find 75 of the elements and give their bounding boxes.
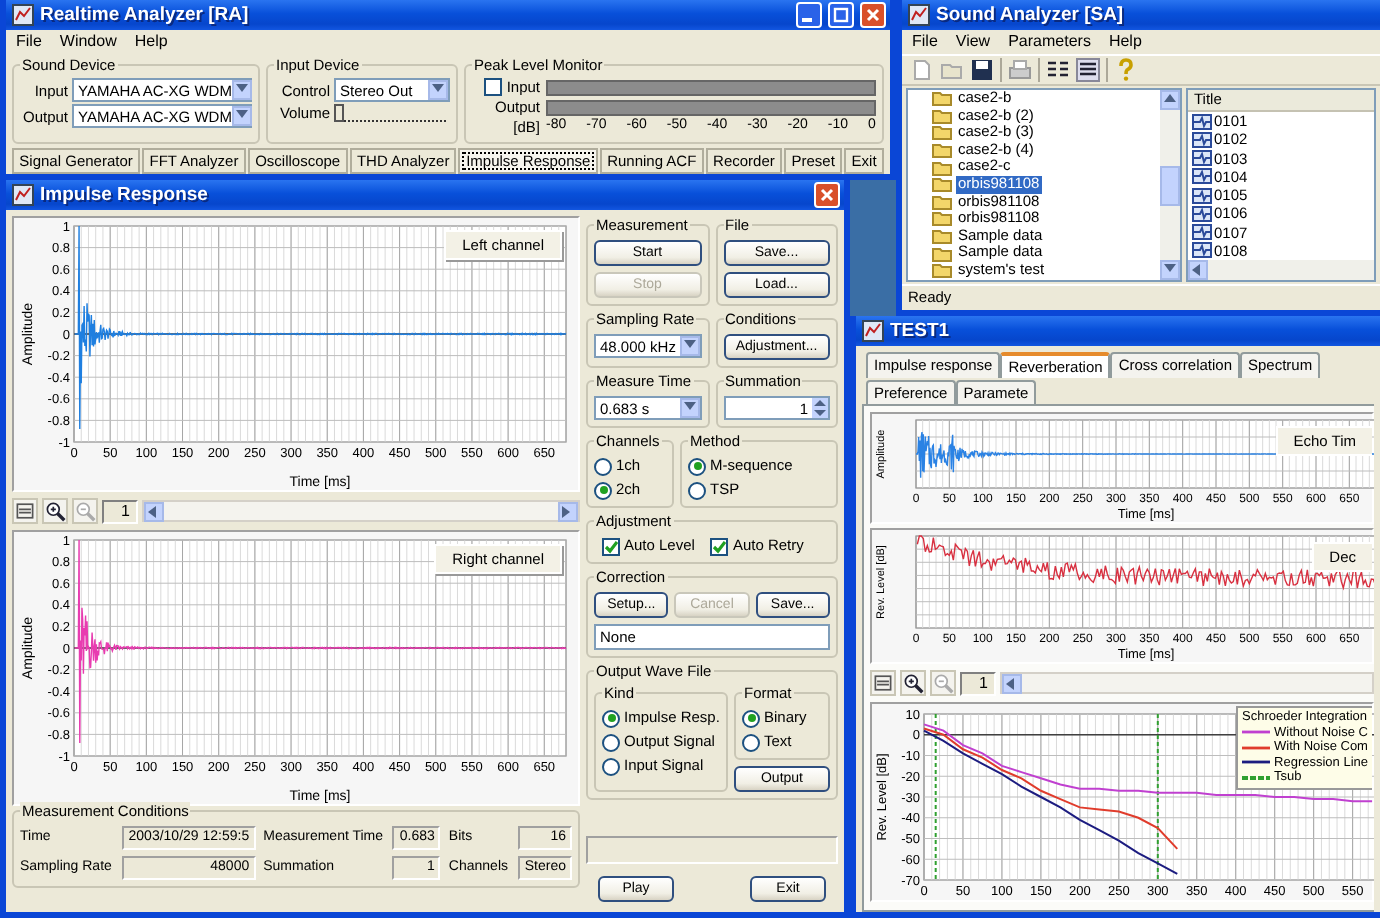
- app-icon: [12, 184, 34, 206]
- list-view-icon[interactable]: [1046, 58, 1070, 82]
- legend-swatch-icon: [1242, 773, 1271, 782]
- details-view-icon[interactable]: [1076, 58, 1100, 82]
- window-title: Sound Analyzer [SA]: [936, 3, 1124, 27]
- radio-button[interactable]: [602, 757, 620, 775]
- scroll-left-button[interactable]: [144, 502, 164, 522]
- zoom-in-icon[interactable]: [900, 670, 926, 696]
- wave-file-icon: [1192, 205, 1212, 222]
- radio-button[interactable]: [742, 733, 760, 751]
- print-icon[interactable]: [1008, 58, 1032, 82]
- wave-file-icon: [1192, 168, 1212, 185]
- menu-item[interactable]: Parameters: [1008, 32, 1091, 52]
- checkbox[interactable]: [484, 78, 503, 96]
- radio-button[interactable]: [688, 457, 706, 475]
- page-field[interactable]: 1: [102, 499, 138, 523]
- radio-button[interactable]: [594, 481, 612, 499]
- menu-item[interactable]: Help: [134, 32, 168, 52]
- maximize-icon: [832, 6, 850, 24]
- legend-swatch-icon: [1242, 743, 1271, 752]
- radio-button[interactable]: [602, 709, 620, 727]
- spin-arrows-icon[interactable]: [812, 398, 828, 418]
- scroll-down-button[interactable]: [1160, 260, 1180, 280]
- scroll-left-button[interactable]: [1002, 674, 1022, 694]
- zoom-in-icon[interactable]: [42, 498, 68, 524]
- slider-thumb[interactable]: [334, 104, 344, 122]
- scroll-up-button[interactable]: [1160, 90, 1180, 110]
- legend-swatch-icon: [1242, 758, 1271, 767]
- menu-item[interactable]: File: [16, 32, 42, 52]
- scrollbar[interactable]: [1188, 260, 1374, 280]
- wave-file-icon: [1192, 187, 1212, 204]
- minimize-button[interactable]: [796, 2, 822, 28]
- app-icon: [12, 4, 34, 26]
- caret-icon: [231, 106, 252, 126]
- maximize-button[interactable]: [828, 2, 854, 28]
- caret-icon: [679, 398, 699, 418]
- app-icon: [908, 4, 930, 26]
- caret-icon: [679, 336, 699, 356]
- caret-icon: [428, 80, 448, 100]
- close-icon: [818, 186, 836, 204]
- window-title: Realtime Analyzer [RA]: [40, 3, 249, 27]
- volume-slider[interactable]: [334, 104, 446, 122]
- close-icon: [864, 6, 882, 24]
- fit-icon[interactable]: [870, 670, 896, 696]
- radio-button[interactable]: [594, 457, 612, 475]
- radio-button[interactable]: [688, 481, 706, 499]
- fit-icon[interactable]: [12, 498, 38, 524]
- scrollbar[interactable]: [1000, 672, 1374, 694]
- wave-file-icon: [1192, 224, 1212, 241]
- checkbox[interactable]: [602, 537, 620, 555]
- radio-button[interactable]: [602, 733, 620, 751]
- close-button[interactable]: [860, 2, 886, 28]
- menu-item[interactable]: Window: [59, 32, 117, 52]
- scrollbar[interactable]: [1160, 90, 1180, 280]
- scroll-right-button[interactable]: [558, 502, 578, 522]
- save-icon[interactable]: [970, 58, 994, 82]
- wave-file-icon: [1192, 113, 1212, 130]
- window-title: Impulse Response: [40, 183, 208, 207]
- caret-icon: [231, 80, 252, 100]
- close-button[interactable]: [814, 182, 840, 208]
- menu-item[interactable]: Help: [1108, 32, 1142, 52]
- menu-item[interactable]: File: [912, 32, 938, 52]
- checkbox[interactable]: [710, 537, 729, 555]
- legend-swatch-icon: [1242, 728, 1271, 737]
- window-title: TEST1: [890, 319, 950, 343]
- wave-file-icon: [1192, 242, 1212, 259]
- wave-file-icon: [1192, 131, 1212, 148]
- wave-file-icon: [1192, 150, 1212, 167]
- radio-button[interactable]: [742, 709, 760, 727]
- scrollbar-thumb[interactable]: [1160, 165, 1180, 205]
- menu-item[interactable]: View: [955, 32, 991, 52]
- page-field[interactable]: 1: [960, 671, 996, 695]
- scroll-left-button[interactable]: [1188, 260, 1208, 280]
- scrollbar[interactable]: [142, 500, 580, 522]
- app-icon: [862, 320, 884, 342]
